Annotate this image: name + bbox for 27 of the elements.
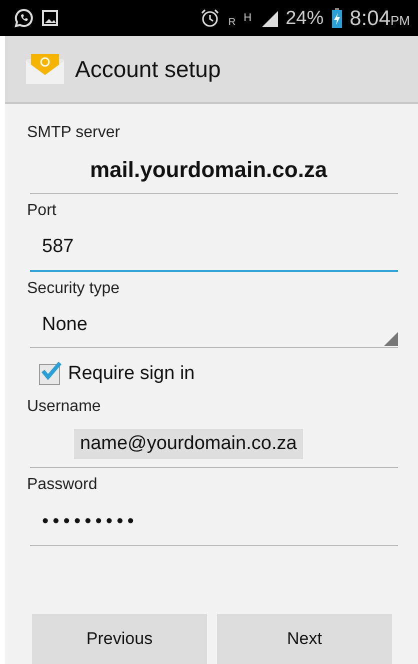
field-label: Password xyxy=(27,476,98,495)
envelope-icon xyxy=(25,53,65,85)
screen-title: Account setup xyxy=(75,56,221,82)
clock-time: 8:04 xyxy=(350,8,390,28)
input-field[interactable]: 587 xyxy=(30,224,398,272)
input-field[interactable]: ••••••••• xyxy=(30,498,398,546)
checkbox-label: Require sign in xyxy=(68,363,195,385)
network-type-indicator: H xyxy=(244,12,252,24)
battery-percent: 24% xyxy=(286,8,324,28)
clock-meridiem: PM xyxy=(390,14,410,26)
alarm-clock-icon xyxy=(200,8,220,28)
image-icon xyxy=(42,10,58,26)
input-field[interactable]: name@yourdomain.co.za xyxy=(30,420,398,468)
next-button[interactable]: Next xyxy=(217,614,392,664)
field-label: Port xyxy=(27,202,58,221)
signal-icon xyxy=(260,9,278,27)
input-field[interactable]: mail.yourdomain.co.za xyxy=(30,146,398,194)
field-label: Username xyxy=(27,398,102,417)
previous-button[interactable]: Previous xyxy=(32,614,207,664)
field-label: Security type xyxy=(27,280,120,299)
checkbox[interactable] xyxy=(39,364,60,384)
dropdown-corner-icon xyxy=(384,332,398,346)
battery-charging-icon xyxy=(332,8,342,28)
chat-bubble-icon xyxy=(14,8,34,28)
field-label: SMTP server xyxy=(27,124,122,143)
dropdown-field[interactable]: None xyxy=(30,302,398,348)
roaming-indicator: R xyxy=(228,18,236,28)
